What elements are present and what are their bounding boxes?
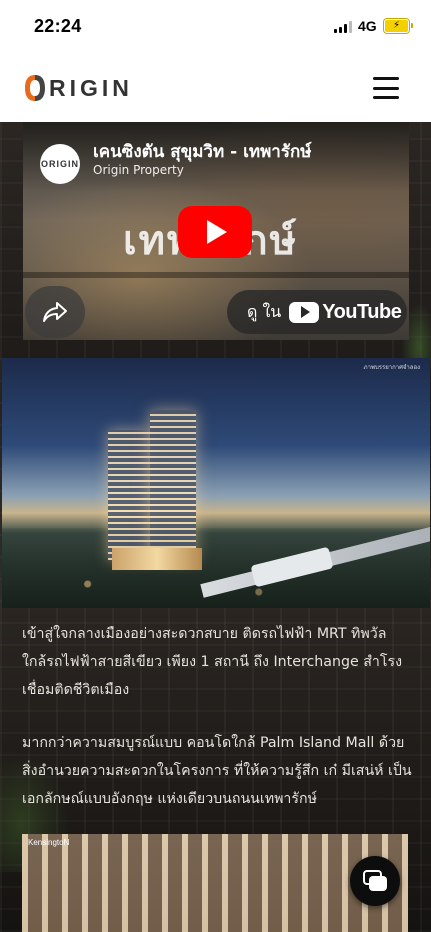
network-label: 4G (358, 18, 377, 34)
status-time: 22:24 (34, 16, 82, 36)
origin-logo[interactable]: RIGIN (24, 74, 133, 102)
youtube-wordmark: YouTube (322, 300, 402, 323)
description-paragraph-1: เข้าสู่ใจกลางเมืองอย่างสะดวกสบาย ติดรถไฟ… (22, 626, 402, 698)
play-button[interactable] (178, 206, 252, 258)
render-caption: ภาพบรรยากาศจำลอง (363, 364, 420, 371)
battery-charging-icon: ⚡ (383, 18, 413, 34)
watch-on-label: ดู ใน (247, 301, 282, 321)
youtube-embed[interactable]: เทพารักษ์ ORIGIN เคนซิงตัน สุขุมวิท - เท… (23, 122, 409, 340)
watch-on-youtube-button[interactable]: ดู ใน YouTube (227, 290, 407, 334)
site-header: RIGIN (0, 52, 431, 122)
interior-caption: KensingtoN (28, 838, 70, 847)
video-title[interactable]: เคนซิงตัน สุขุมวิท - เทพารักษ์ (93, 138, 311, 165)
logo-text: RIGIN (49, 74, 133, 101)
channel-avatar[interactable]: ORIGIN (40, 144, 80, 184)
signal-icon (334, 21, 352, 33)
chat-icon (363, 870, 387, 892)
hamburger-menu-icon[interactable] (373, 77, 399, 99)
project-render-image: ภาพบรรยากาศจำลอง (2, 358, 430, 608)
video-channel[interactable]: Origin Property (93, 163, 184, 177)
chat-button[interactable] (350, 856, 400, 906)
play-icon (207, 220, 227, 244)
origin-logo-mark-icon (25, 75, 45, 101)
share-button[interactable] (25, 286, 85, 338)
youtube-icon (289, 301, 320, 323)
status-bar: 22:24 4G ⚡ (0, 0, 431, 52)
channel-avatar-text: ORIGIN (40, 159, 79, 169)
youtube-logo: YouTube (289, 300, 402, 324)
share-icon (43, 302, 67, 322)
description-paragraph-2: มากกว่าความสมบูรณ์แบบ คอนโดใกล้ Palm Isl… (22, 735, 412, 807)
